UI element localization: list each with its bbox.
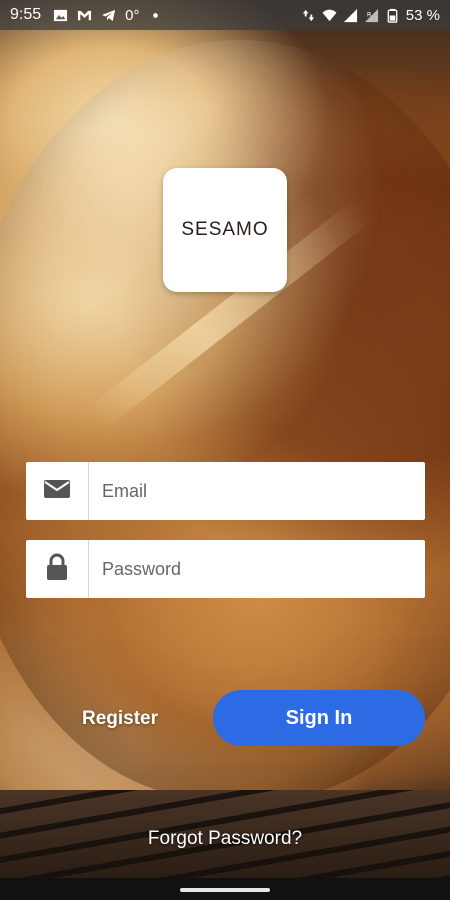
bread-crust — [0, 40, 450, 800]
status-bar: 9:55 0° R 53 % — [0, 0, 450, 30]
sign-in-button[interactable]: Sign In — [213, 690, 425, 746]
telegram-icon — [101, 8, 116, 23]
email-field-container — [26, 462, 425, 520]
wifi-icon — [322, 8, 337, 23]
gmail-icon — [77, 8, 92, 23]
data-arrows-icon — [301, 8, 316, 23]
signal-icon — [343, 8, 358, 23]
status-time: 9:55 — [10, 6, 42, 23]
password-input[interactable] — [89, 540, 425, 598]
email-icon-cell — [26, 462, 89, 520]
password-field-container — [26, 540, 425, 598]
dot-icon — [148, 8, 163, 23]
app-logo: SESAMO — [163, 168, 287, 292]
image-icon — [53, 8, 68, 23]
password-icon-cell — [26, 540, 89, 598]
logo-text: SESAMO — [181, 219, 269, 240]
envelope-icon — [43, 478, 71, 505]
register-button[interactable]: Register — [60, 694, 180, 744]
temperature-icon: 0° — [125, 6, 140, 24]
lock-icon — [45, 553, 69, 586]
battery-percent: 53 % — [405, 6, 440, 24]
svg-text:R: R — [367, 10, 372, 18]
forgot-password-link[interactable]: Forgot Password? — [0, 828, 450, 850]
battery-icon — [385, 8, 400, 23]
background-bread-image — [0, 0, 450, 900]
notification-icons: 0° — [53, 7, 163, 24]
signal-roaming-icon: R — [364, 8, 379, 23]
home-indicator[interactable] — [180, 888, 270, 892]
system-status-icons: R 53 % — [301, 7, 440, 24]
email-input[interactable] — [89, 462, 425, 520]
